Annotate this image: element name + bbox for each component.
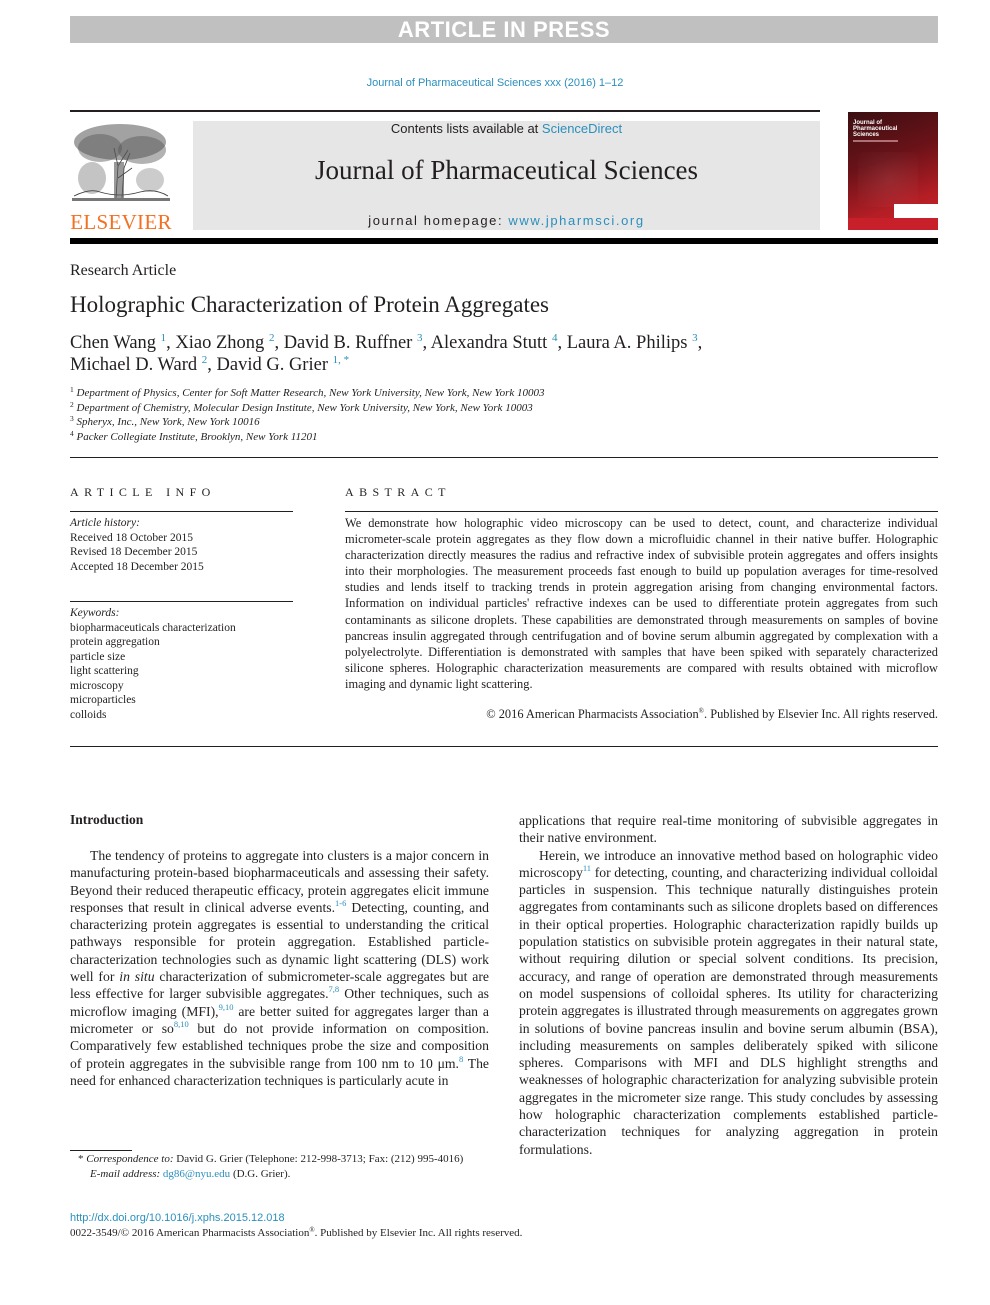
abstract-text: We demonstrate how holographic video mic… bbox=[345, 516, 938, 691]
affiliation-list: 1 Department of Physics, Center for Soft… bbox=[70, 386, 545, 444]
keyword: protein aggregation bbox=[70, 636, 160, 648]
issn-copyright: 0022-3549/© 2016 American Pharmacists As… bbox=[70, 1226, 523, 1240]
affiliation: 4 Packer Collegiate Institute, Brooklyn,… bbox=[70, 428, 318, 443]
affiliation: 2 Department of Chemistry, Molecular Des… bbox=[70, 399, 533, 414]
journal-homepage-link[interactable]: www.jpharmsci.org bbox=[508, 213, 644, 228]
author-name[interactable]: David B. Ruffner bbox=[284, 333, 417, 353]
introduction-heading: Introduction bbox=[70, 812, 144, 827]
history-received: Received 18 October 2015 bbox=[70, 531, 193, 544]
article-in-press-banner: ARTICLE IN PRESS bbox=[70, 16, 938, 43]
cover-bottom-band bbox=[848, 218, 938, 230]
cover-title: Journal of Pharmaceutical Sciences bbox=[853, 120, 898, 138]
elsevier-wordmark: ELSEVIER bbox=[70, 210, 172, 234]
citation-ref[interactable]: 7,8 bbox=[329, 984, 340, 994]
elsevier-tree-icon bbox=[70, 118, 172, 210]
abstract-rule bbox=[345, 511, 938, 512]
abstract-copyright: © 2016 American Pharmacists Association®… bbox=[345, 707, 938, 722]
citation-ref[interactable]: 1-6 bbox=[335, 898, 346, 908]
author-list: Chen Wang 1, Xiao Zhong 2, David B. Ruff… bbox=[70, 332, 703, 376]
doi-link[interactable]: http://dx.doi.org/10.1016/j.xphs.2015.12… bbox=[70, 1212, 285, 1224]
correspondence-footnote: * Correspondence to: David G. Grier (Tel… bbox=[78, 1153, 464, 1180]
masthead-top-rule bbox=[70, 110, 820, 112]
history-revised: Revised 18 December 2015 bbox=[70, 546, 198, 558]
author-name[interactable]: David G. Grier bbox=[217, 355, 333, 375]
keyword: colloids bbox=[70, 708, 107, 721]
keyword: particle size bbox=[70, 650, 126, 663]
affiliation: 1 Department of Physics, Center for Soft… bbox=[70, 385, 545, 399]
journal-citation-link[interactable]: Journal of Pharmaceutical Sciences xxx (… bbox=[0, 77, 990, 89]
author-name[interactable]: Chen Wang bbox=[70, 333, 161, 353]
copyright-publisher: . Published by Elsevier Inc. All rights … bbox=[704, 707, 938, 721]
intro-paragraph-2: Herein, we introduce an innovative metho… bbox=[519, 847, 938, 1157]
keywords-label: Keywords: bbox=[70, 607, 120, 619]
author-name[interactable]: Alexandra Stutt bbox=[431, 333, 552, 353]
keyword: light scattering bbox=[70, 665, 139, 677]
keyword: microparticles bbox=[70, 694, 136, 706]
keyword: microscopy bbox=[70, 679, 124, 692]
header-divider bbox=[70, 457, 938, 458]
article-title: Holographic Characterization of Protein … bbox=[70, 292, 550, 317]
elsevier-logo[interactable]: ELSEVIER bbox=[70, 118, 172, 234]
contents-prefix: Contents lists available at bbox=[390, 121, 542, 136]
cover-subtitle-bar bbox=[853, 140, 898, 142]
journal-homepage-line: journal homepage: www.jpharmsci.org bbox=[193, 213, 820, 228]
author-name[interactable]: Michael D. Ward bbox=[70, 355, 202, 375]
masthead-bottom-rule bbox=[70, 238, 938, 244]
contents-availability-line: Contents lists available at ScienceDirec… bbox=[193, 121, 820, 136]
history-label: Article history: bbox=[70, 517, 140, 529]
article-info-heading: ARTICLE INFO bbox=[70, 485, 216, 499]
cover-association-logo bbox=[894, 204, 938, 218]
keywords: Keywords: biopharmaceuticals characteriz… bbox=[70, 606, 236, 722]
abstract-bottom-rule bbox=[70, 746, 938, 747]
article-info-rule bbox=[70, 511, 293, 512]
copyright-holder: © 2016 American Pharmacists Association bbox=[486, 707, 699, 721]
affiliation: 3 Spheryx, Inc., New York, New York 1001… bbox=[70, 414, 260, 428]
citation-ref[interactable]: 9,10 bbox=[219, 1002, 234, 1012]
author-affiliation-ref[interactable]: 1, * bbox=[333, 354, 350, 366]
keyword: biopharmaceuticals characterization bbox=[70, 621, 236, 634]
cover-pills-graphic bbox=[858, 152, 918, 207]
intro-paragraph-1-continued: applications that require real-time moni… bbox=[519, 813, 938, 846]
email-link[interactable]: dg86@nyu.edu bbox=[163, 1168, 230, 1180]
footnote-rule bbox=[70, 1150, 132, 1151]
keywords-rule bbox=[70, 601, 293, 602]
body-column-right: applications that require real-time moni… bbox=[519, 812, 938, 1158]
citation-ref[interactable]: 11 bbox=[583, 863, 591, 873]
article-history: Article history: Received 18 October 201… bbox=[70, 516, 204, 574]
article-type: Research Article bbox=[70, 262, 177, 279]
history-accepted: Accepted 18 December 2015 bbox=[70, 560, 204, 573]
author-name[interactable]: Laura A. Philips bbox=[567, 333, 692, 353]
homepage-prefix: journal homepage: bbox=[368, 213, 509, 228]
sciencedirect-link[interactable]: ScienceDirect bbox=[542, 121, 622, 136]
journal-title: Journal of Pharmaceutical Sciences bbox=[314, 155, 699, 185]
author-name[interactable]: Xiao Zhong bbox=[175, 333, 269, 353]
abstract-heading: ABSTRACT bbox=[345, 485, 451, 499]
citation-ref[interactable]: 8,10 bbox=[174, 1019, 189, 1029]
journal-cover-image[interactable]: Journal of Pharmaceutical Sciences bbox=[848, 112, 938, 230]
body-column-left: The tendency of proteins to aggregate in… bbox=[70, 847, 489, 1089]
intro-paragraph-1: The tendency of proteins to aggregate in… bbox=[70, 848, 489, 1088]
